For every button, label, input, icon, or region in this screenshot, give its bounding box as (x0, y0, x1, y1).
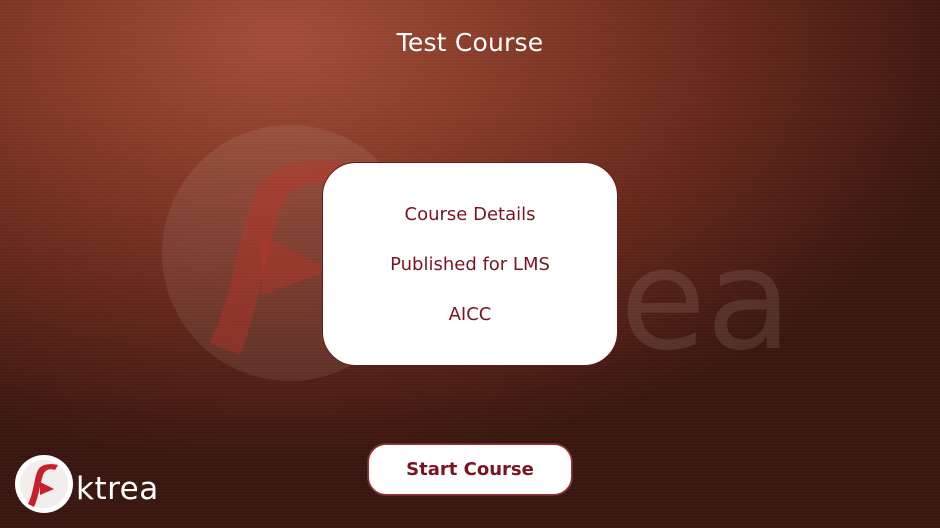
logo-wordmark: ktrea (76, 471, 159, 507)
aktrea-logo-icon (15, 455, 73, 513)
start-course-button[interactable]: Start Course (368, 444, 572, 495)
aktrea-logo: ktrea (14, 452, 164, 514)
publish-target-label: Published for LMS (390, 254, 550, 275)
standard-label: AICC (448, 304, 492, 325)
watermark-text: ea (620, 219, 792, 382)
course-details-card: Course Details Published for LMS AICC (322, 162, 618, 366)
course-details-label: Course Details (404, 204, 536, 225)
course-title: Test Course (396, 28, 544, 57)
